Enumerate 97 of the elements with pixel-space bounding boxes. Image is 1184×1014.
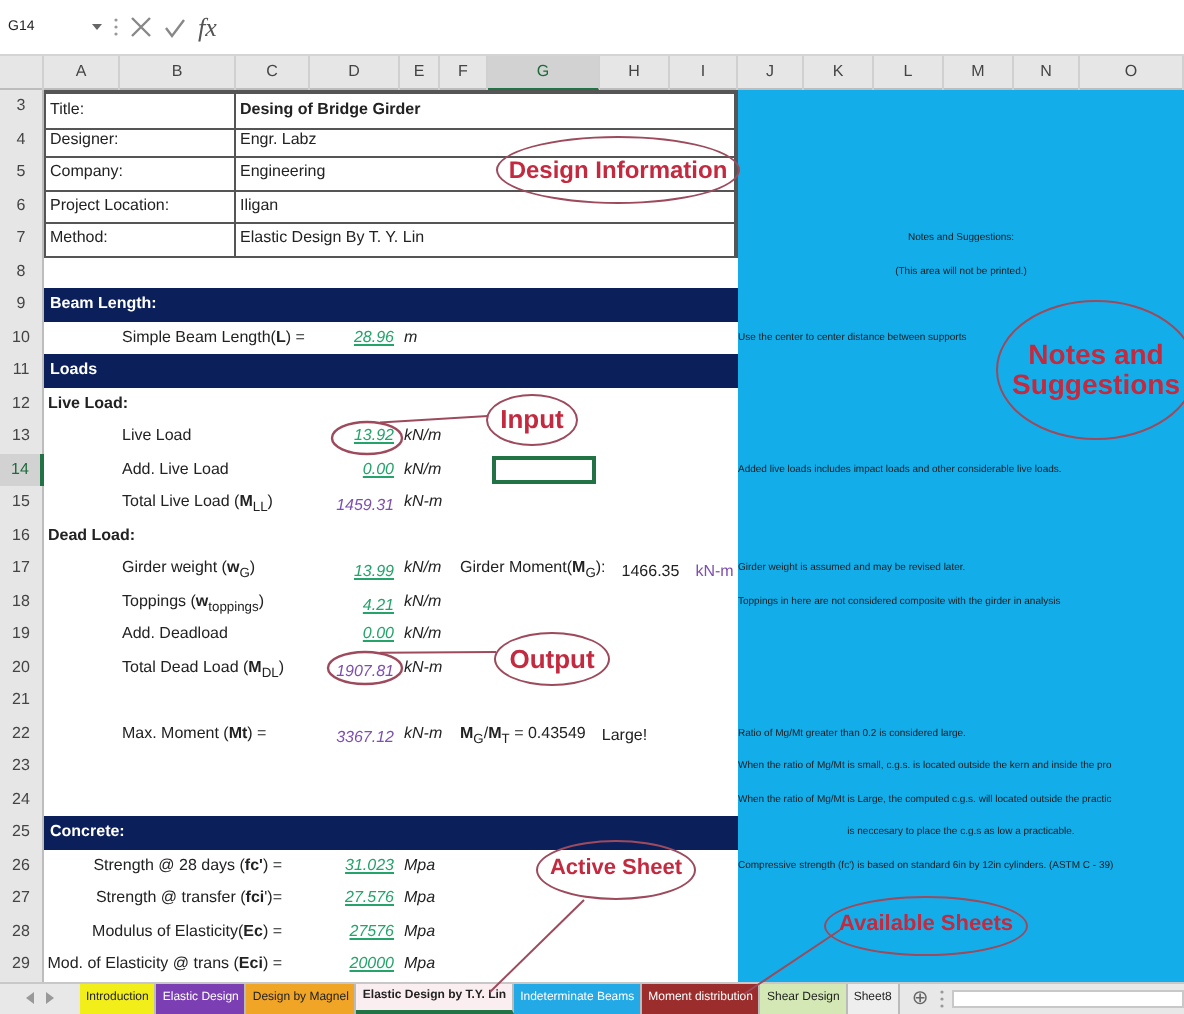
more-icon <box>940 989 945 1007</box>
output-value: 1459.31 <box>336 496 394 517</box>
unit-label: kN-m <box>402 490 440 514</box>
leader-line <box>379 415 489 424</box>
unit-label: m <box>402 325 420 349</box>
dropdown-icon[interactable] <box>92 23 102 31</box>
field-label: Company: <box>44 156 236 191</box>
input-value: 31.023 <box>345 855 394 876</box>
row-number: 29 <box>0 948 44 981</box>
unit-label: kN/m <box>402 424 440 448</box>
result-label: M$_{G}$/M$_{T}$ = 0.43549 <box>460 721 586 751</box>
input-value: 20000 <box>349 954 394 975</box>
column-header[interactable]: G <box>488 56 600 92</box>
row-number: 7 <box>0 222 44 257</box>
callout-label: Input <box>486 394 578 446</box>
parameter-label: Strength @ 28 days (fc') = <box>91 853 284 878</box>
section-header: Beam Length: <box>44 288 738 321</box>
leader-line <box>379 651 497 654</box>
parameter-label: Add. Deadload <box>120 622 230 646</box>
column-header[interactable]: D <box>310 56 400 92</box>
row-number: 12 <box>0 387 44 420</box>
input-value: 28.96 <box>353 327 394 348</box>
next-sheet-icon[interactable] <box>46 992 54 1004</box>
unit-label: Mpa <box>402 919 438 944</box>
input-value: 13.99 <box>353 562 394 583</box>
column-header[interactable]: E <box>400 56 440 92</box>
parameter-label: Live Load <box>120 424 194 448</box>
parameter-label: Mod. of Elasticity @ trans (Eci) = <box>45 952 284 976</box>
field-label: Title: <box>44 90 236 129</box>
parameter-label: Max. Moment (Mt) = <box>120 721 269 746</box>
row-number: 27 <box>0 882 44 915</box>
add-sheet-button[interactable]: ⊕ <box>899 983 941 1013</box>
section-header: Concrete: <box>44 816 738 849</box>
result-label: Girder Moment(M$_{G}$): <box>460 556 606 586</box>
field-value: Desing of Bridge Girder <box>236 90 738 129</box>
unit-label: kN/m <box>402 457 440 481</box>
callout-label: Notes and Suggestions <box>996 300 1184 440</box>
unit-label: kN-m <box>695 559 734 584</box>
row-number: 11 <box>0 354 44 387</box>
cancel-icon[interactable] <box>130 16 152 38</box>
row-number: 5 <box>0 156 44 191</box>
input-value: 0.00 <box>362 459 394 480</box>
input-value: 13.92 <box>353 426 394 447</box>
parameter-label: Modulus of Elasticity(Ec) = <box>90 919 284 944</box>
unit-label: Mpa <box>402 853 438 878</box>
input-value: 0.00 <box>362 624 394 645</box>
parameter-label: Add. Live Load <box>120 457 231 481</box>
row-number: 24 <box>0 783 44 816</box>
unit-label: kN/m <box>402 589 440 613</box>
section-header: Loads <box>44 354 738 387</box>
row-number: 14 <box>0 453 44 486</box>
insert-function-button[interactable]: fx <box>198 11 217 43</box>
column-header[interactable]: H <box>600 56 670 92</box>
selected-cell[interactable] <box>492 455 596 484</box>
input-value: 4.21 <box>362 595 394 616</box>
result-value: Large! <box>601 724 648 749</box>
input-value: 27.576 <box>345 888 394 909</box>
result-value: 1466.35 <box>621 559 680 584</box>
unit-label: Mpa <box>402 886 438 910</box>
field-label: Project Location: <box>44 189 236 224</box>
highlight-ellipse <box>326 650 404 686</box>
row-number: 10 <box>0 321 44 354</box>
unit-label: Mpa <box>402 952 438 976</box>
parameter-label: Total Live Load (M$_{LL}$) <box>120 490 275 520</box>
leader-line <box>489 899 585 993</box>
row-number: 28 <box>0 915 44 948</box>
callout-label: Design Information <box>496 136 740 204</box>
unit-label: kN-m <box>402 721 440 745</box>
unit-label: kN/m <box>402 556 440 580</box>
input-value: 27576 <box>349 921 394 942</box>
field-label: Method: <box>44 222 236 257</box>
parameter-label: Toppings (w$_{toppings}$) <box>120 589 266 619</box>
horizontal-scrollbar[interactable] <box>952 989 1184 1007</box>
check-icon[interactable] <box>164 17 186 37</box>
output-value: 1907.81 <box>336 661 394 682</box>
row-number: 9 <box>0 288 44 321</box>
unit-label: kN-m <box>402 655 440 679</box>
row-number: 26 <box>0 849 44 882</box>
parameter-label: Simple Beam Length(L) = <box>120 325 307 350</box>
parameter-label: Total Dead Load (M$_{DL}$) <box>120 655 287 685</box>
row-number: 13 <box>0 420 44 453</box>
unit-label: kN/m <box>402 622 440 646</box>
callout-label: Available Sheets <box>824 896 1028 956</box>
previous-sheet-icon[interactable] <box>26 992 34 1004</box>
leader-line <box>743 929 841 995</box>
callout-label: Output <box>494 632 610 686</box>
row-number: 8 <box>0 255 44 288</box>
parameter-label: Strength @ transfer (fci')= <box>93 886 284 910</box>
column-header[interactable]: B <box>120 56 236 92</box>
column-header[interactable]: C <box>236 56 310 92</box>
subsection-label: Live Load: <box>46 391 131 415</box>
parameter-label: Girder weight (w$_{G}$) <box>120 556 258 586</box>
callout-label: Active Sheet <box>536 840 696 900</box>
highlight-ellipse <box>330 420 404 456</box>
row-number: 25 <box>0 816 44 849</box>
output-value: 3367.12 <box>336 727 394 748</box>
subsection-label: Dead Load: <box>46 523 138 547</box>
